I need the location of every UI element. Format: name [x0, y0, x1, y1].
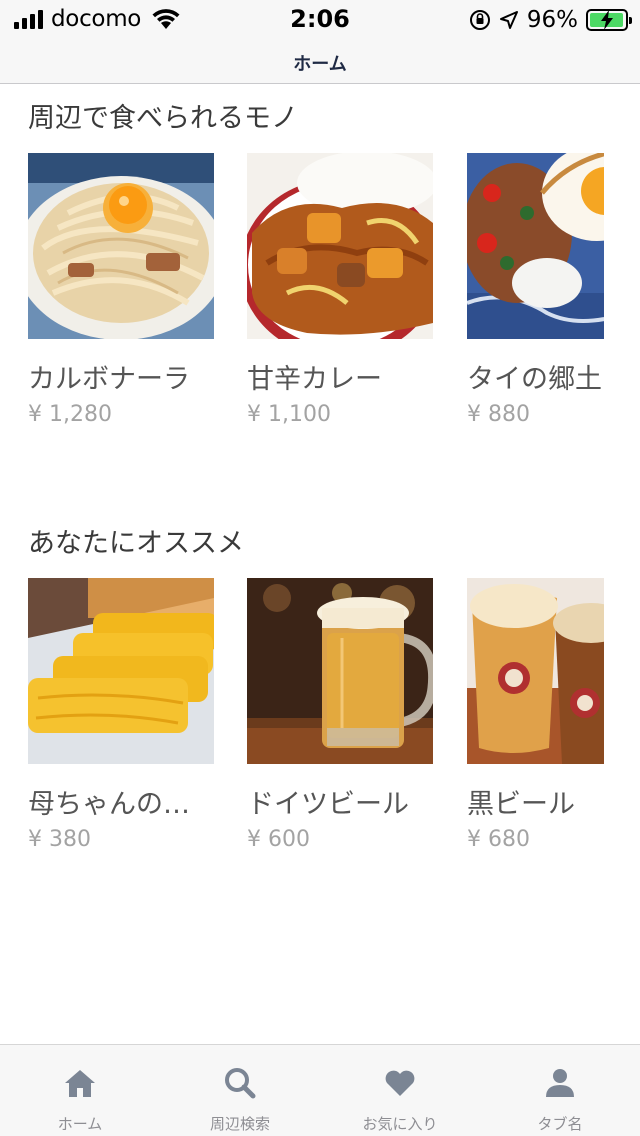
food-card-german-beer[interactable]: ドイツビール ¥ 600 — [247, 578, 433, 852]
item-price: ¥ 380 — [28, 827, 91, 852]
dark-beer-photo — [467, 578, 604, 764]
orientation-lock-icon — [469, 10, 490, 30]
tab-favorites[interactable]: お気に入り — [320, 1045, 480, 1136]
item-price: ¥ 1,280 — [28, 402, 112, 427]
food-card-tamagoyaki[interactable]: 母ちゃんの出… ¥ 380 — [28, 578, 214, 852]
food-card-thai[interactable]: タイの郷土 ¥ 880 — [467, 153, 604, 427]
status-bar: docomo 2:06 96% — [0, 0, 640, 40]
tamagoyaki-photo — [28, 578, 214, 764]
tab-label: お気に入り — [362, 1115, 438, 1133]
item-name: ドイツビール — [247, 789, 409, 820]
item-price: ¥ 600 — [247, 827, 310, 852]
tab-bar: ホーム 周辺検索 お気に入り タブ名 — [0, 1044, 640, 1136]
tab-profile[interactable]: タブ名 — [480, 1045, 640, 1136]
tab-label: タブ名 — [537, 1115, 583, 1133]
german-beer-photo — [247, 578, 433, 764]
item-name: 甘辛カレー — [247, 364, 382, 395]
curry-photo — [247, 153, 433, 339]
item-price: ¥ 880 — [467, 402, 530, 427]
heart-icon — [385, 1070, 415, 1096]
section-title: あなたにオススメ — [28, 528, 244, 559]
item-name: 黒ビール — [467, 789, 575, 820]
tab-label: ホーム — [57, 1115, 103, 1133]
tab-label: 周辺検索 — [209, 1115, 270, 1133]
page-title: ホーム — [293, 54, 347, 75]
item-name: カルボナーラ — [28, 364, 190, 395]
app-screen: docomo 2:06 96% ホーム 周辺で食べられるモノ カルボナーラ ¥ … — [0, 0, 640, 1136]
battery-percent: 96% — [526, 7, 578, 33]
food-card-dark-beer[interactable]: 黒ビール ¥ 680 — [467, 578, 604, 852]
carbonara-photo — [28, 153, 214, 339]
thai-rice-photo — [467, 153, 604, 339]
item-name: 母ちゃんの出… — [28, 789, 214, 820]
tab-nearby-search[interactable]: 周辺検索 — [160, 1045, 320, 1136]
food-card-carbonara[interactable]: カルボナーラ ¥ 1,280 — [28, 153, 214, 427]
food-card-curry[interactable]: 甘辛カレー ¥ 1,100 — [247, 153, 433, 427]
navigation-bar: ホーム — [0, 40, 640, 84]
item-name: タイの郷土 — [467, 364, 602, 395]
battery-icon — [586, 9, 632, 31]
item-price: ¥ 680 — [467, 827, 530, 852]
search-icon — [225, 1068, 256, 1099]
section-title: 周辺で食べられるモノ — [28, 103, 298, 134]
tab-home[interactable]: ホーム — [0, 1045, 160, 1136]
home-icon — [65, 1070, 95, 1097]
person-icon — [546, 1069, 574, 1097]
item-price: ¥ 1,100 — [247, 402, 331, 427]
location-arrow-icon — [499, 11, 518, 29]
